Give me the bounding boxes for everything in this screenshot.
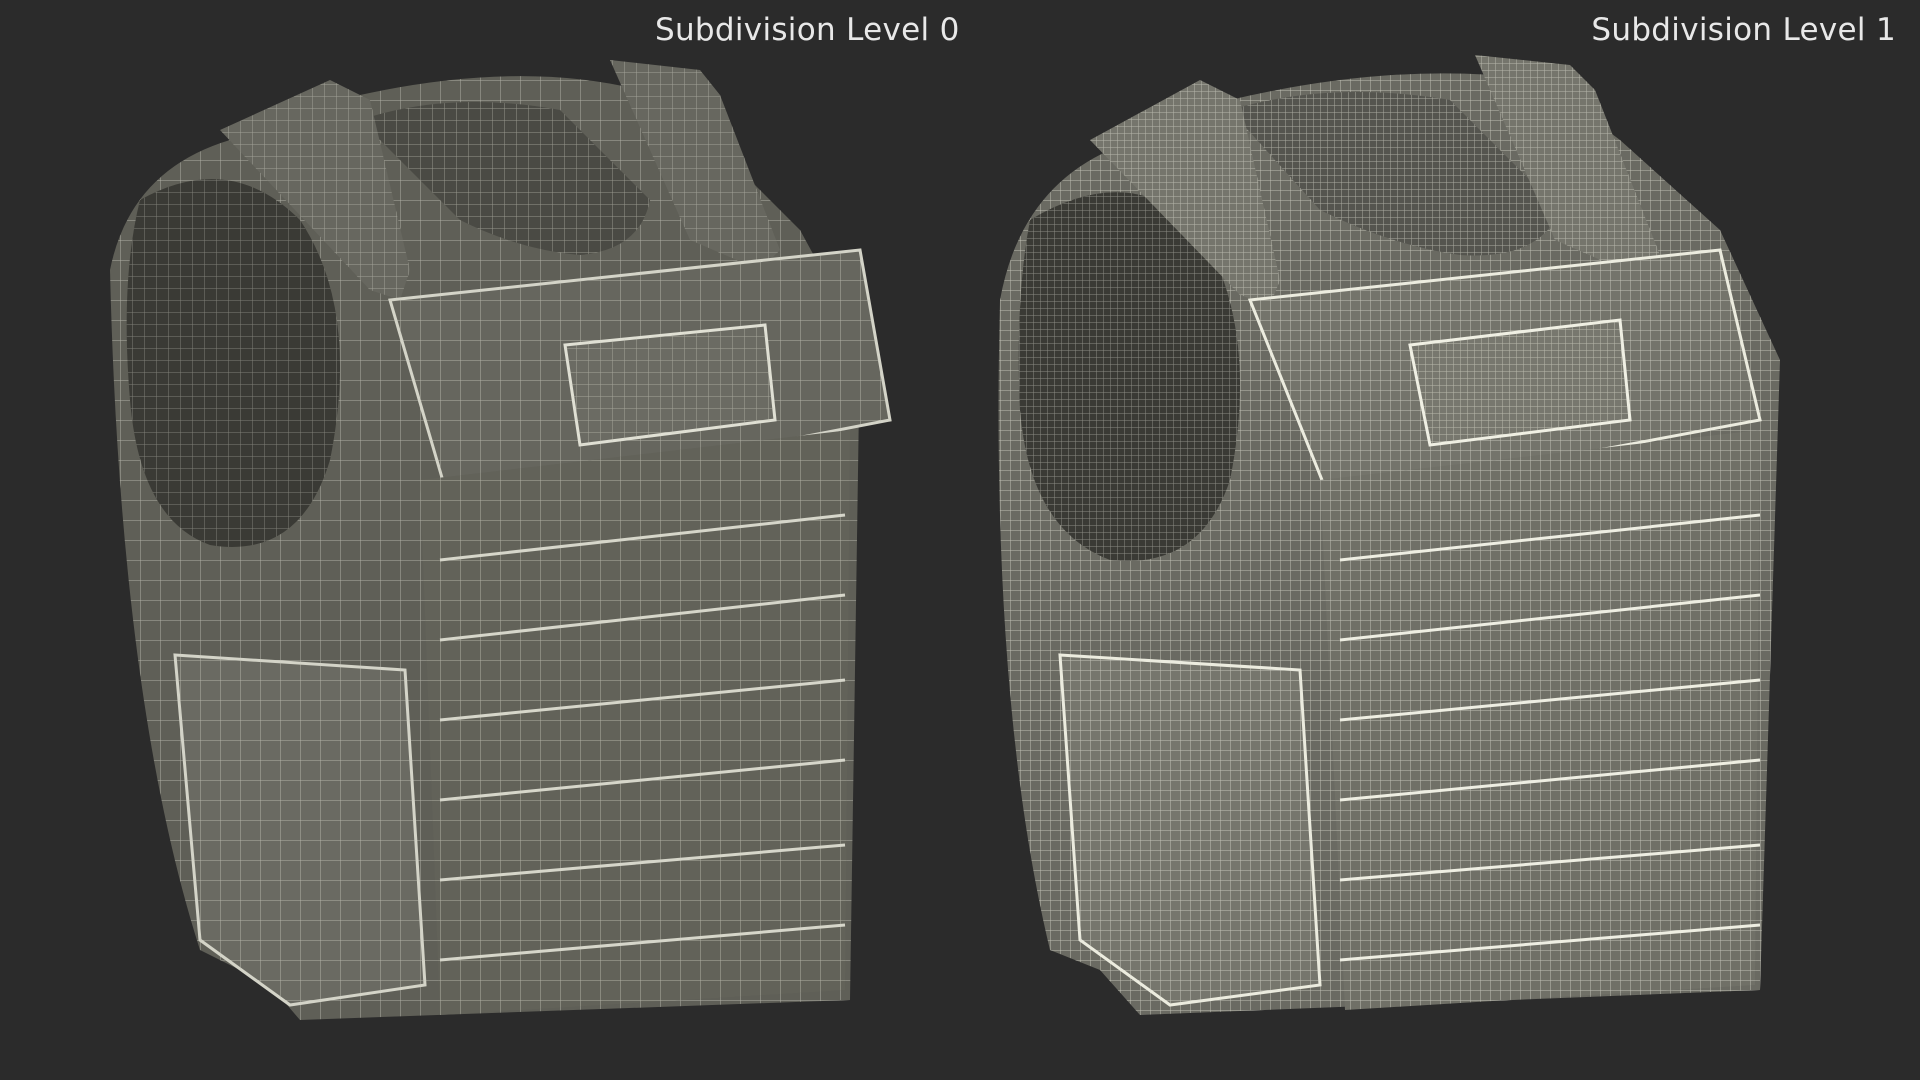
vest-wireframe-level-1 <box>998 55 1780 1016</box>
viewport: Subdivision Level 0 Subdivision Level 1 <box>0 0 1920 1080</box>
vest-wireframe-level-0 <box>110 60 892 1020</box>
